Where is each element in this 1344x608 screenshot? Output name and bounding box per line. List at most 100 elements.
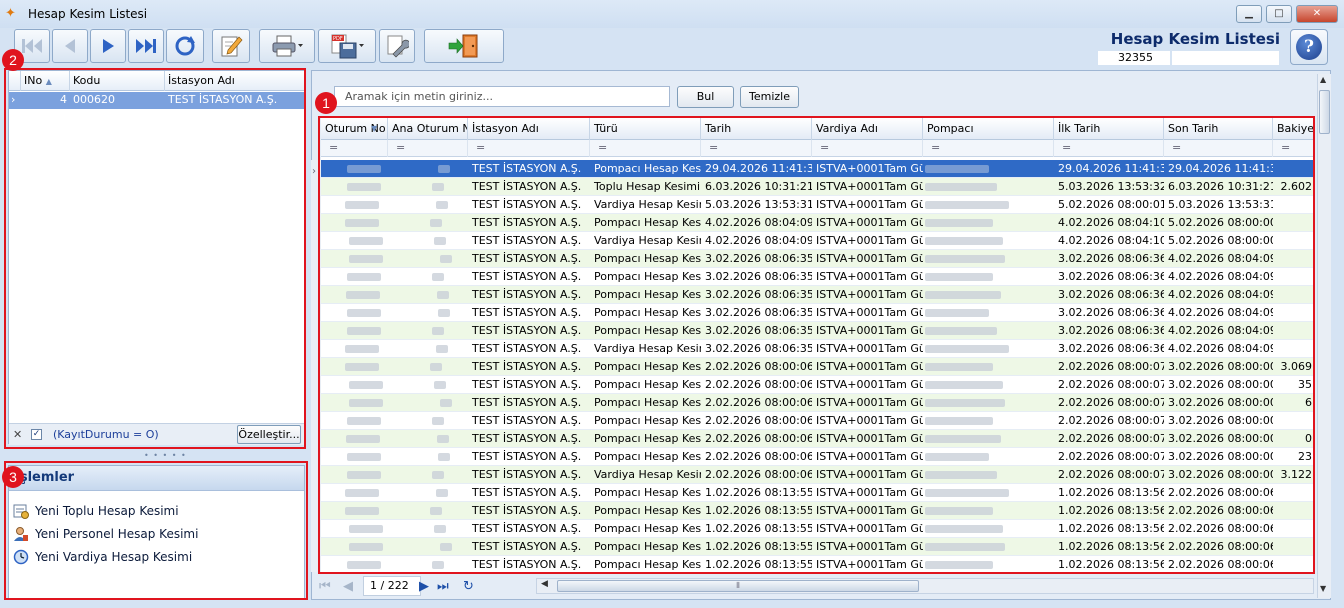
settings-tool-button[interactable]	[379, 29, 415, 63]
column-header-istasyon-adi[interactable]: İstasyon Adı	[165, 71, 304, 91]
table-row[interactable]: TEST İSTASYON A.Ş. Pompacı Hesap Kesimi 3.…	[321, 322, 1315, 340]
filter-expression[interactable]: (KayıtDurumu = O)	[53, 428, 159, 441]
scroll-up-icon[interactable]: ▲	[1320, 75, 1326, 84]
table-row[interactable]: TEST İSTASYON A.Ş. Pompacı Hesap Kesimi 1.…	[321, 556, 1315, 573]
next-record-button[interactable]	[90, 29, 126, 63]
table-row[interactable]: TEST İSTASYON A.Ş. Pompacı Hesap Kesimi 3.…	[321, 286, 1315, 304]
column-header-ilk-tarih[interactable]: İlk Tarih	[1054, 118, 1164, 140]
column-header-kodu[interactable]: Kodu	[70, 71, 165, 91]
filter-cell-turu[interactable]: =	[590, 140, 701, 157]
table-row[interactable]: TEST İSTASYON A.Ş. Pompacı Hesap Kesimi 2.…	[321, 448, 1315, 466]
table-row[interactable]: TEST İSTASYON A.Ş. Pompacı Hesap Kesimi 2.…	[321, 412, 1315, 430]
refresh-button[interactable]	[166, 29, 204, 63]
cell-son-tarih: 3.02.2026 08:00:00	[1168, 378, 1273, 391]
horizontal-scroll-thumb[interactable]: ⦀	[557, 580, 919, 592]
column-header-tarih[interactable]: Tarih	[701, 118, 812, 140]
redacted-value	[925, 525, 1003, 533]
table-row[interactable]: TEST İSTASYON A.Ş. Pompacı Hesap Kesimi 3.…	[321, 250, 1315, 268]
redacted-value	[347, 453, 381, 461]
filter-cell-bakiye[interactable]: =	[1273, 140, 1315, 157]
maximize-button[interactable]: □	[1266, 5, 1292, 23]
clear-search-button[interactable]: Temizle	[740, 86, 799, 108]
redacted-value	[347, 183, 381, 191]
column-header-oturum-no[interactable]: Oturum No	[321, 118, 388, 140]
table-row[interactable]: TEST İSTASYON A.Ş. Pompacı Hesap Kesimi 1.…	[321, 502, 1315, 520]
edit-button[interactable]	[212, 29, 250, 63]
clear-filter-icon[interactable]: ✕	[13, 428, 22, 441]
filter-cell-vardiya-adi[interactable]: =	[812, 140, 923, 157]
filter-cell-son-tarih[interactable]: =	[1164, 140, 1273, 157]
table-row[interactable]: TEST İSTASYON A.Ş. Vardiya Hesap Kesimi 2.…	[321, 466, 1315, 484]
close-button[interactable]: ✕	[1296, 5, 1338, 23]
redacted-value	[925, 399, 1005, 407]
table-row[interactable]: TEST İSTASYON A.Ş. Pompacı Hesap Kesimi 3.…	[321, 304, 1315, 322]
column-header-son-tarih[interactable]: Son Tarih	[1164, 118, 1273, 140]
cell-bakiye	[1273, 214, 1315, 232]
table-row[interactable]: TEST İSTASYON A.Ş. Pompacı Hesap Kesimi 1.…	[321, 520, 1315, 538]
filter-enabled-checkbox[interactable]: ✓	[31, 429, 42, 440]
cell-son-tarih: 4.02.2026 08:04:09	[1168, 342, 1273, 355]
filter-cell-ilk-tarih[interactable]: =	[1054, 140, 1164, 157]
next-page-icon[interactable]: ▶	[419, 579, 429, 594]
table-row[interactable]: TEST İSTASYON A.Ş. Pompacı Hesap Kesimi 1.…	[321, 538, 1315, 556]
table-row[interactable]: TEST İSTASYON A.Ş. Vardiya Hesap Kesimi 4.…	[321, 232, 1315, 250]
bulk-settlement-icon	[13, 503, 29, 519]
horizontal-scrollbar[interactable]: ◀ ⦀	[536, 578, 1314, 594]
minimize-button[interactable]: ▁	[1236, 5, 1262, 23]
find-button[interactable]: Bul	[677, 86, 734, 108]
cell-tarih: 2.02.2026 08:00:06	[705, 378, 812, 391]
table-row[interactable]: TEST İSTASYON A.Ş. Pompacı Hesap Kesimi 2.…	[321, 358, 1315, 376]
previous-record-button[interactable]	[52, 29, 88, 63]
new-bulk-settlement-link[interactable]: Yeni Toplu Hesap Kesimi	[13, 502, 179, 520]
new-personnel-settlement-link[interactable]: Yeni Personel Hesap Kesimi	[13, 525, 198, 543]
annotation-badge-3: 3	[2, 466, 24, 488]
column-header-istasyon-adi[interactable]: İstasyon Adı	[468, 118, 590, 140]
table-row[interactable]: TEST İSTASYON A.Ş. Pompacı Hesap Kesimi 2.…	[321, 376, 1315, 394]
help-button[interactable]: ?	[1290, 29, 1328, 65]
column-header-bakiye[interactable]: Bakiye	[1273, 118, 1315, 140]
print-button[interactable]	[259, 29, 315, 63]
column-header-pompaci[interactable]: Pompacı	[923, 118, 1054, 140]
table-row[interactable]: TEST İSTASYON A.Ş. Pompacı Hesap Kesimi 3.…	[321, 268, 1315, 286]
table-row[interactable]: TEST İSTASYON A.Ş. Pompacı Hesap Kesimi 4.…	[321, 214, 1315, 232]
column-header-ino[interactable]: INo ▲	[21, 71, 70, 91]
column-header-vardiya-adi[interactable]: Vardiya Adı	[812, 118, 923, 140]
export-pdf-button[interactable]: PDF	[318, 29, 376, 63]
page-indicator[interactable]: 1 / 222	[363, 576, 421, 596]
table-row[interactable]: TEST İSTASYON A.Ş. Pompacı Hesap Kesimi 2.…	[321, 394, 1315, 412]
first-page-icon[interactable]: ⏮	[319, 579, 331, 594]
filter-cell-ana-oturum-no[interactable]: =	[388, 140, 468, 157]
cell-tarih: 4.02.2026 08:04:09	[705, 234, 812, 247]
panel-splitter[interactable]: • • • • •	[144, 451, 187, 460]
table-row[interactable]: TEST İSTASYON A.Ş. Vardiya Hesap Kesimi 3.…	[321, 340, 1315, 358]
previous-page-icon[interactable]: ◀	[343, 579, 353, 594]
cell-tarih: 2.02.2026 08:00:06	[705, 432, 812, 445]
exit-button[interactable]	[424, 29, 504, 63]
filter-cell-oturum-no[interactable]: =	[321, 140, 388, 157]
vertical-scrollbar[interactable]: ▲ ▼	[1317, 74, 1331, 598]
scroll-down-icon[interactable]: ▼	[1320, 584, 1326, 593]
table-row[interactable]: TEST İSTASYON A.Ş. Toplu Hesap Kesimi 6.03…	[321, 178, 1315, 196]
last-page-icon[interactable]: ⏭	[437, 579, 449, 594]
filter-cell-pompaci[interactable]: =	[923, 140, 1054, 157]
table-row[interactable]: › 4 000620 TEST İSTASYON A.Ş.	[9, 92, 304, 109]
column-header-turu[interactable]: Türü	[590, 118, 701, 140]
table-row[interactable]: TEST İSTASYON A.Ş. Vardiya Hesap Kesimi 5.…	[321, 196, 1315, 214]
redacted-value	[438, 165, 450, 173]
filter-cell-tarih[interactable]: =	[701, 140, 812, 157]
table-row[interactable]: TEST İSTASYON A.Ş. Pompacı Hesap Kesimi 29…	[321, 160, 1315, 178]
customize-filter-button[interactable]: Özelleştir...	[237, 425, 301, 444]
table-row[interactable]: TEST İSTASYON A.Ş. Pompacı Hesap Kesimi 2.…	[321, 430, 1315, 448]
vertical-scroll-thumb[interactable]	[1319, 90, 1330, 134]
reload-page-icon[interactable]: ↻	[463, 579, 474, 594]
search-input[interactable]: Aramak için metin giriniz...	[334, 86, 670, 107]
table-row[interactable]: TEST İSTASYON A.Ş. Pompacı Hesap Kesimi 1.…	[321, 484, 1315, 502]
filter-cell-istasyon-adi[interactable]: =	[468, 140, 590, 157]
new-shift-settlement-link[interactable]: Yeni Vardiya Hesap Kesimi	[13, 548, 192, 566]
sort-asc-icon: ▲	[45, 77, 52, 86]
scroll-left-icon[interactable]: ◀	[541, 579, 548, 589]
last-record-button[interactable]	[128, 29, 164, 63]
cell-vardiya-adi: ISTVA+0001Tam Gün	[816, 432, 923, 445]
cell-vardiya-adi: ISTVA+0001Tam Gün	[816, 540, 923, 553]
column-header-ana-oturum-no[interactable]: Ana Oturum No	[388, 118, 468, 140]
